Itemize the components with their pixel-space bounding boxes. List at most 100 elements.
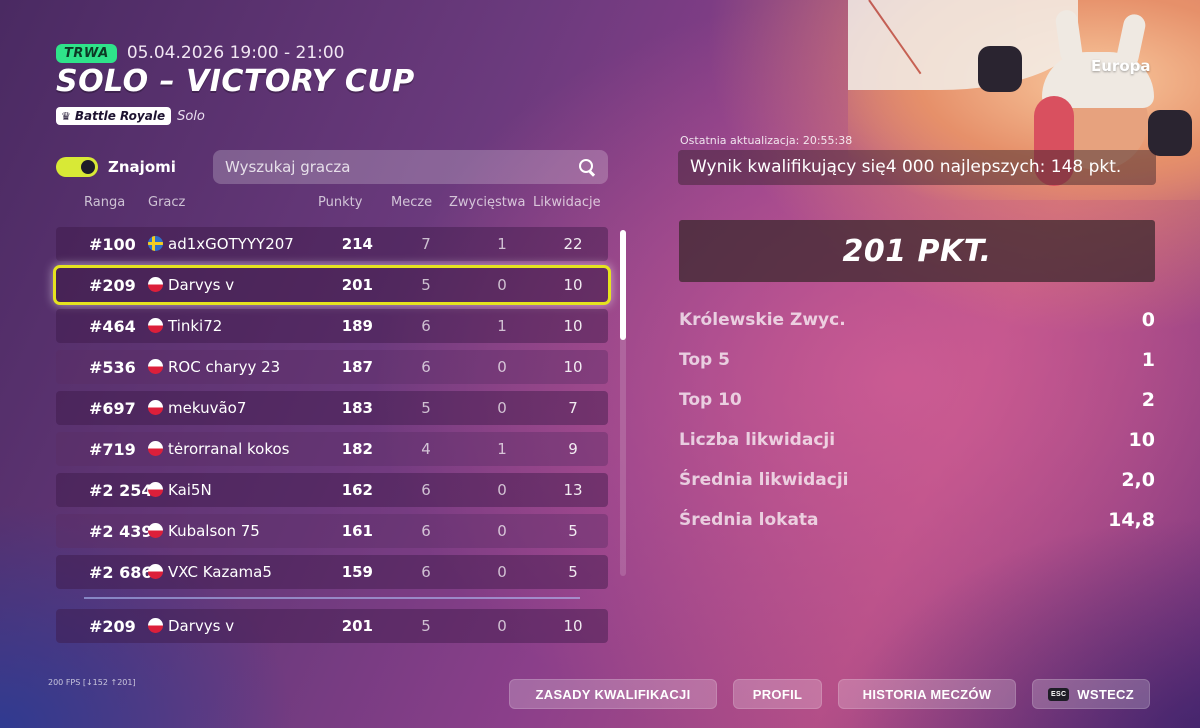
sweden-flag-icon (148, 236, 163, 251)
row-player-name: Kubalson 75 (168, 522, 260, 540)
mode-row: ♛ Battle Royale Solo (56, 107, 205, 125)
row-eliminations: 10 (563, 317, 583, 335)
qualification-rules-label: ZASADY KWALIFIKACJI (535, 686, 691, 702)
row-points: 182 (341, 440, 373, 458)
profile-button[interactable]: PROFIL (733, 679, 822, 709)
qualification-rules-button[interactable]: ZASADY KWALIFIKACJI (509, 679, 717, 709)
row-wins: 0 (497, 358, 507, 376)
back-button[interactable]: ESC WSTECZ (1032, 679, 1150, 709)
my-points: 201 (341, 617, 373, 635)
leaderboard-row[interactable]: #2 686 VXC Kazama5 159 6 0 5 (56, 555, 608, 589)
poland-flag-icon (148, 564, 163, 579)
row-points: 161 (341, 522, 373, 540)
leaderboard-row[interactable]: #536 ROC charyy 23 187 6 0 10 (56, 350, 608, 384)
stat-eliminations: Liczba likwidacji 10 (679, 429, 1155, 469)
row-player-name: VXC Kazama5 (168, 563, 272, 581)
row-matches: 5 (421, 276, 431, 294)
stat-label: Top 10 (679, 390, 742, 410)
stat-value: 14,8 (1108, 509, 1155, 531)
region-label: Europa (1091, 57, 1151, 75)
column-header-matches[interactable]: Mecze (391, 195, 432, 210)
poland-flag-icon (148, 618, 163, 633)
crown-icon: ♛ (61, 109, 71, 123)
row-wins: 0 (497, 522, 507, 540)
column-header-player[interactable]: Gracz (148, 195, 185, 210)
character-hand (978, 46, 1022, 92)
page-title: SOLO – VICTORY CUP (56, 64, 415, 99)
column-header-rank[interactable]: Ranga (84, 195, 125, 210)
profile-label: PROFIL (752, 686, 803, 702)
my-leaderboard-row[interactable]: #209 Darvys v 201 5 0 10 (56, 609, 608, 643)
scrollbar-thumb[interactable] (620, 230, 626, 340)
row-points: 183 (341, 399, 373, 417)
stat-label: Średnia likwidacji (679, 470, 849, 490)
search-icon[interactable] (578, 158, 596, 176)
esc-key-icon: ESC (1048, 687, 1070, 701)
my-wins: 0 (497, 617, 507, 635)
column-header-points[interactable]: Punkty (318, 195, 362, 210)
search-input[interactable] (225, 158, 578, 176)
leaderboard-scrollbar[interactable] (620, 230, 626, 576)
back-label: WSTECZ (1077, 686, 1134, 702)
row-eliminations: 10 (563, 358, 583, 376)
row-player-name: tėrorranal kokos (168, 440, 290, 458)
my-matches: 5 (421, 617, 431, 635)
match-history-button[interactable]: HISTORIA MECZÓW (838, 679, 1016, 709)
row-eliminations: 5 (568, 522, 578, 540)
row-points: 214 (341, 235, 373, 253)
column-header-wins[interactable]: Zwycięstwa (449, 195, 525, 210)
row-rank: #464 (89, 317, 136, 336)
leaderboard-row[interactable]: #2 254 Kai5N 162 6 0 13 (56, 473, 608, 507)
leaderboard-row-highlighted[interactable]: #209 Darvys v 201 5 0 10 (53, 265, 611, 305)
qualifying-threshold: Wynik kwalifikujący się4 000 najlepszych… (678, 150, 1156, 185)
match-history-label: HISTORIA MECZÓW (862, 686, 992, 702)
row-rank: #100 (89, 235, 136, 254)
total-score: 201 PKT. (679, 220, 1155, 282)
divider (84, 597, 580, 599)
row-rank: #2 254 (89, 481, 153, 500)
mode-sublabel: Solo (177, 108, 205, 124)
friends-toggle[interactable] (56, 157, 98, 177)
friends-toggle-group[interactable]: Znajomi (56, 157, 176, 177)
row-points: 187 (341, 358, 373, 376)
leaderboard-list: #100 ad1xGOTYYY207 214 7 1 22 #209 Darvy… (53, 227, 611, 596)
mode-label: Battle Royale (74, 109, 166, 123)
row-rank: #719 (89, 440, 136, 459)
row-eliminations: 7 (568, 399, 578, 417)
stat-avg-eliminations: Średnia likwidacji 2,0 (679, 469, 1155, 509)
leaderboard-row[interactable]: #100 ad1xGOTYYY207 214 7 1 22 (56, 227, 608, 261)
leaderboard-row[interactable]: #719 tėrorranal kokos 182 4 1 9 (56, 432, 608, 466)
row-player-name: ad1xGOTYYY207 (168, 235, 294, 253)
row-eliminations: 10 (563, 276, 583, 294)
stat-value: 1 (1141, 349, 1155, 371)
search-bar[interactable] (213, 150, 608, 184)
row-matches: 6 (421, 317, 431, 335)
row-wins: 0 (497, 276, 507, 294)
row-matches: 7 (421, 235, 431, 253)
row-eliminations: 9 (568, 440, 578, 458)
stat-label: Liczba likwidacji (679, 430, 836, 450)
fps-counter: 200 FPS [↓152 ↑201] (48, 678, 136, 687)
poland-flag-icon (148, 359, 163, 374)
row-wins: 0 (497, 563, 507, 581)
stats-list: Królewskie Zwyc. 0 Top 5 1 Top 10 2 Licz… (679, 309, 1155, 549)
row-rank: #2 686 (89, 563, 153, 582)
row-eliminations: 5 (568, 563, 578, 581)
event-date-range: 05.04.2026 19:00 - 21:00 (126, 43, 345, 63)
row-player-name: Kai5N (168, 481, 212, 499)
stat-label: Królewskie Zwyc. (679, 310, 846, 330)
leaderboard-row[interactable]: #464 Tinki72 189 6 1 10 (56, 309, 608, 343)
poland-flag-icon (148, 441, 163, 456)
stat-top5: Top 5 1 (679, 349, 1155, 389)
mode-badge: ♛ Battle Royale (56, 107, 172, 125)
my-rank: #209 (89, 617, 136, 636)
row-points: 201 (341, 276, 373, 294)
poland-flag-icon (148, 482, 163, 497)
row-matches: 6 (421, 522, 431, 540)
row-wins: 0 (497, 481, 507, 499)
leaderboard-row[interactable]: #697 mekuvão7 183 5 0 7 (56, 391, 608, 425)
column-header-eliminations[interactable]: Likwidacje (533, 195, 601, 210)
row-player-name: mekuvão7 (168, 399, 247, 417)
row-rank: #536 (89, 358, 136, 377)
leaderboard-row[interactable]: #2 439 Kubalson 75 161 6 0 5 (56, 514, 608, 548)
